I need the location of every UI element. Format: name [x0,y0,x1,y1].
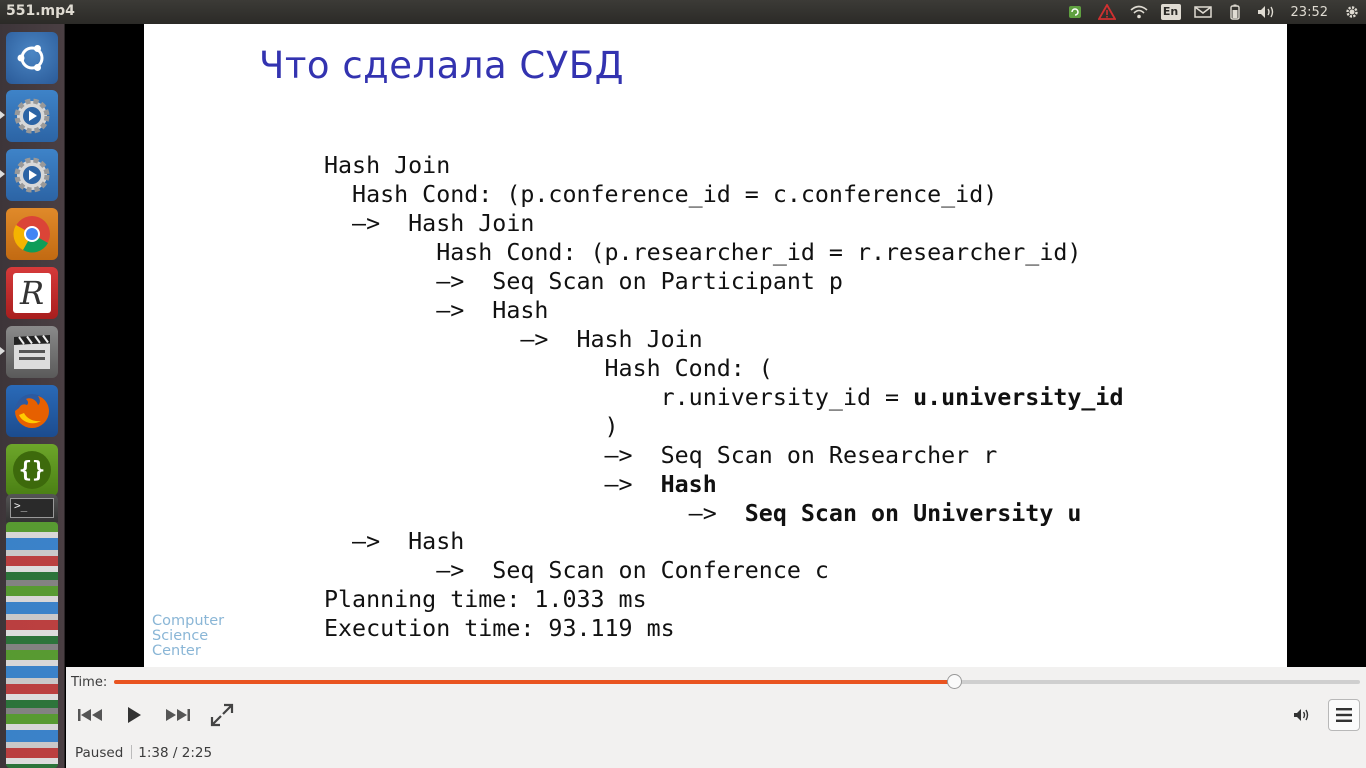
slide: Что сделала СУБД Hash Join Hash Cond: (p… [144,24,1287,667]
mail-icon[interactable] [1193,4,1213,20]
plan-line-text: r.university_id = [324,384,914,411]
plan-line: r.university_id = u.university_id [324,383,1124,412]
launcher: R {} >_ [0,24,65,768]
playback-status: Paused [75,745,124,761]
plan-line: —> Hash [324,297,549,324]
next-button[interactable] [162,703,194,727]
plan-line: —> Hash Join [324,326,703,353]
hamburger-icon [1336,708,1352,722]
video-editor-icon[interactable] [6,326,58,378]
system-tray: En 23:52 [1059,0,1366,24]
wifi-icon[interactable] [1129,4,1149,20]
chrome-icon[interactable] [6,208,58,260]
system-settings-icon-2[interactable] [6,149,58,201]
plan-line: —> Hash Join [324,210,535,237]
plan-line: —> Hash [324,528,465,555]
update-icon[interactable] [1065,4,1085,20]
clock[interactable]: 23:52 [1291,5,1328,20]
plan-line: Hash Cond: (p.conference_id = c.conferen… [324,181,998,208]
plan-line: —> Seq Scan on University u [324,499,1082,528]
skip-back-icon [78,709,102,721]
plan-line: Hash Join [324,152,451,179]
volume-icon [1294,709,1309,721]
playback-position: 1:38 / 2:25 [138,745,213,761]
code-editor-icon[interactable]: {} [6,444,58,496]
battery-icon[interactable] [1225,4,1245,20]
video-frame[interactable]: Что сделала СУБД Hash Join Hash Cond: (p… [66,24,1366,667]
play-icon [128,707,141,723]
top-panel: 551.mp4 En 23:52 [0,0,1366,24]
logo-line: Computer [152,613,225,629]
seek-bar[interactable] [114,674,1360,689]
rstudio-icon[interactable]: R [6,267,58,319]
seek-bar-thumb[interactable] [946,674,962,689]
seek-bar-fill [114,680,954,684]
plan-line-text: —> [324,500,745,527]
plan-line: ) [324,413,619,440]
menu-button[interactable] [1328,699,1360,731]
status-bar: Paused 1:38 / 2:25 [75,745,212,761]
csc-logo: Computer Science Center [152,614,224,659]
system-settings-icon-1[interactable] [6,90,58,142]
plan-line-text: —> [324,471,661,498]
previous-button[interactable] [74,703,106,727]
plan-line: Planning time: 1.033 ms [324,586,647,613]
launcher-stacked-icons[interactable] [6,522,58,768]
ubuntu-dash-icon[interactable] [6,32,58,84]
volume-button[interactable] [1286,703,1318,727]
play-button[interactable] [118,703,150,727]
slide-title: Что сделала СУБД [259,44,625,87]
plan-bold-fragment: Hash [660,471,717,498]
fullscreen-button[interactable] [206,703,238,727]
plan-line: —> Seq Scan on Researcher r [324,442,998,469]
plan-line: —> Seq Scan on Participant p [324,268,843,295]
volume-icon[interactable] [1257,4,1277,20]
plan-line: —> Hash [324,470,717,499]
firefox-icon[interactable] [6,385,58,437]
time-label: Time: [71,675,108,690]
status-separator [131,745,133,759]
window-title: 551.mp4 [6,3,75,19]
keyboard-layout-indicator[interactable]: En [1160,4,1181,20]
logo-line: Science [152,628,209,644]
logo-line: Center [152,643,201,659]
settings-gear-icon[interactable] [1342,4,1362,20]
plan-bold-fragment: Seq Scan on University u [744,500,1082,527]
skip-forward-icon [166,709,190,721]
plan-line: Hash Cond: (p.researcher_id = r.research… [324,239,1082,266]
plan-line: Execution time: 93.119 ms [324,615,675,642]
terminal-icon[interactable]: >_ [6,494,58,522]
plan-bold-fragment: u.university_id [913,384,1124,411]
fullscreen-icon [210,703,234,727]
plan-line: —> Seq Scan on Conference c [324,557,829,584]
warning-icon[interactable] [1097,4,1117,20]
plan-line: Hash Cond: ( [324,355,773,382]
player-controls: Time: Paused 1:38 / 2:25 [66,667,1366,768]
